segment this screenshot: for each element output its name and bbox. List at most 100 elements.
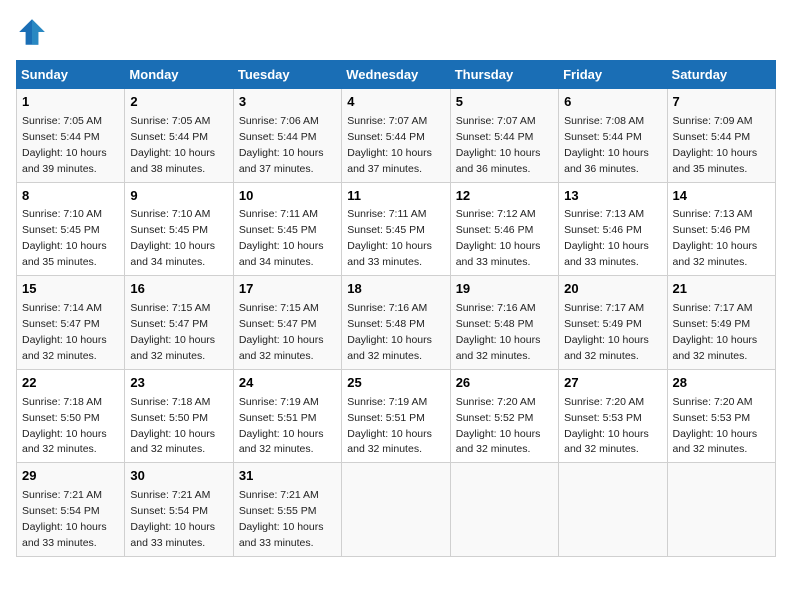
sunrise-text: Sunrise: 7:20 AM — [673, 396, 753, 408]
daylight-label: Daylight: 10 hours and 33 minutes. — [456, 240, 541, 268]
header-saturday: Saturday — [667, 61, 775, 89]
sunset-text: Sunset: 5:44 PM — [22, 131, 100, 143]
day-number: 23 — [130, 374, 227, 393]
sunrise-text: Sunrise: 7:11 AM — [239, 208, 318, 220]
header-monday: Monday — [125, 61, 233, 89]
daylight-label: Daylight: 10 hours and 36 minutes. — [564, 147, 649, 175]
calendar-cell — [342, 463, 450, 557]
calendar-week-row: 29Sunrise: 7:21 AMSunset: 5:54 PMDayligh… — [17, 463, 776, 557]
sunset-text: Sunset: 5:47 PM — [239, 318, 317, 330]
day-number: 27 — [564, 374, 661, 393]
calendar-cell: 17Sunrise: 7:15 AMSunset: 5:47 PMDayligh… — [233, 276, 341, 370]
calendar-cell: 11Sunrise: 7:11 AMSunset: 5:45 PMDayligh… — [342, 182, 450, 276]
header-friday: Friday — [559, 61, 667, 89]
daylight-label: Daylight: 10 hours and 32 minutes. — [673, 428, 758, 456]
sunrise-text: Sunrise: 7:13 AM — [673, 208, 753, 220]
daylight-label: Daylight: 10 hours and 34 minutes. — [239, 240, 324, 268]
sunrise-text: Sunrise: 7:16 AM — [456, 302, 536, 314]
day-number: 13 — [564, 187, 661, 206]
day-number: 19 — [456, 280, 553, 299]
calendar-cell: 3Sunrise: 7:06 AMSunset: 5:44 PMDaylight… — [233, 89, 341, 183]
sunset-text: Sunset: 5:53 PM — [564, 412, 642, 424]
sunrise-text: Sunrise: 7:10 AM — [22, 208, 102, 220]
daylight-label: Daylight: 10 hours and 33 minutes. — [564, 240, 649, 268]
sunrise-text: Sunrise: 7:17 AM — [673, 302, 753, 314]
calendar-header-row: SundayMondayTuesdayWednesdayThursdayFrid… — [17, 61, 776, 89]
sunset-text: Sunset: 5:44 PM — [456, 131, 534, 143]
day-number: 15 — [22, 280, 119, 299]
day-number: 6 — [564, 93, 661, 112]
sunset-text: Sunset: 5:48 PM — [347, 318, 425, 330]
sunrise-text: Sunrise: 7:08 AM — [564, 115, 644, 127]
day-number: 30 — [130, 467, 227, 486]
sunset-text: Sunset: 5:51 PM — [239, 412, 317, 424]
daylight-label: Daylight: 10 hours and 32 minutes. — [673, 334, 758, 362]
day-number: 18 — [347, 280, 444, 299]
day-number: 28 — [673, 374, 770, 393]
sunset-text: Sunset: 5:46 PM — [564, 224, 642, 236]
sunrise-text: Sunrise: 7:18 AM — [130, 396, 210, 408]
calendar-week-row: 15 Sunrise: 7:14 AM Sunset: 5:47 PM Dayligh… — [17, 276, 776, 370]
day-number: 31 — [239, 467, 336, 486]
sunset-text: Sunset: 5:48 PM — [456, 318, 534, 330]
sunrise-text: Sunrise: 7:13 AM — [564, 208, 644, 220]
daylight-label: Daylight: 10 hours and 37 minutes. — [239, 147, 324, 175]
day-number: 29 — [22, 467, 119, 486]
sunrise-text: Sunrise: 7:20 AM — [456, 396, 536, 408]
calendar-cell: 12Sunrise: 7:12 AMSunset: 5:46 PMDayligh… — [450, 182, 558, 276]
calendar-cell: 18 Sunrise: 7:16 AM Sunset: 5:48 PM Dayligh… — [342, 276, 450, 370]
daylight-label: Daylight: 10 hours and 33 minutes. — [347, 240, 432, 268]
day-number: 20 — [564, 280, 661, 299]
daylight-label: Daylight: 10 hours and 32 minutes. — [673, 240, 758, 268]
sunset-text: Sunset: 5:50 PM — [22, 412, 100, 424]
header-thursday: Thursday — [450, 61, 558, 89]
sunrise-text: Sunrise: 7:16 AM — [347, 302, 427, 314]
calendar-cell: 16Sunrise: 7:15 AMSunset: 5:47 PMDayligh… — [125, 276, 233, 370]
daylight-label: Daylight: 10 hours and 35 minutes. — [22, 240, 107, 268]
daylight-label: Daylight: 10 hours and 32 minutes. — [22, 428, 107, 456]
header-tuesday: Tuesday — [233, 61, 341, 89]
sunrise-text: Sunrise: 7:14 AM — [22, 302, 102, 314]
calendar-cell: 25Sunrise: 7:19 AMSunset: 5:51 PMDayligh… — [342, 369, 450, 463]
day-number: 5 — [456, 93, 553, 112]
daylight-label: Daylight: 10 hours and 33 minutes. — [239, 521, 324, 549]
daylight-label: Daylight: 10 hours and 32 minutes. — [22, 334, 107, 362]
sunrise-text: Sunrise: 7:07 AM — [456, 115, 536, 127]
calendar-cell: 10Sunrise: 7:11 AMSunset: 5:45 PMDayligh… — [233, 182, 341, 276]
sunset-text: Sunset: 5:47 PM — [22, 318, 100, 330]
calendar-cell — [667, 463, 775, 557]
sunset-text: Sunset: 5:49 PM — [673, 318, 751, 330]
daylight-label: Daylight: 10 hours and 32 minutes. — [130, 428, 215, 456]
sunrise-text: Sunrise: 7:17 AM — [564, 302, 644, 314]
calendar-week-row: 8Sunrise: 7:10 AMSunset: 5:45 PMDaylight… — [17, 182, 776, 276]
calendar-cell: 5Sunrise: 7:07 AMSunset: 5:44 PMDaylight… — [450, 89, 558, 183]
sunset-text: Sunset: 5:45 PM — [239, 224, 317, 236]
daylight-label: Daylight: 10 hours and 32 minutes. — [347, 334, 432, 362]
sunset-text: Sunset: 5:45 PM — [22, 224, 100, 236]
daylight-label: Daylight: 10 hours and 32 minutes. — [456, 334, 541, 362]
calendar-cell: 26Sunrise: 7:20 AMSunset: 5:52 PMDayligh… — [450, 369, 558, 463]
calendar-cell: 1Sunrise: 7:05 AMSunset: 5:44 PMDaylight… — [17, 89, 125, 183]
calendar-week-row: 1Sunrise: 7:05 AMSunset: 5:44 PMDaylight… — [17, 89, 776, 183]
sunrise-text: Sunrise: 7:10 AM — [130, 208, 210, 220]
sunset-text: Sunset: 5:44 PM — [347, 131, 425, 143]
calendar-cell: 7Sunrise: 7:09 AMSunset: 5:44 PMDaylight… — [667, 89, 775, 183]
day-number: 17 — [239, 280, 336, 299]
daylight-label: Daylight: 10 hours and 35 minutes. — [673, 147, 758, 175]
calendar-cell: 28Sunrise: 7:20 AMSunset: 5:53 PMDayligh… — [667, 369, 775, 463]
sunset-text: Sunset: 5:50 PM — [130, 412, 208, 424]
daylight-label: Daylight: 10 hours and 39 minutes. — [22, 147, 107, 175]
sunset-text: Sunset: 5:45 PM — [130, 224, 208, 236]
calendar-cell — [450, 463, 558, 557]
logo — [16, 16, 52, 48]
sunrise-text: Sunrise: 7:19 AM — [239, 396, 319, 408]
sunrise-text: Sunrise: 7:21 AM — [239, 489, 319, 501]
calendar-cell — [559, 463, 667, 557]
sunrise-text: Sunrise: 7:18 AM — [22, 396, 102, 408]
day-number: 3 — [239, 93, 336, 112]
calendar-cell: 24Sunrise: 7:19 AMSunset: 5:51 PMDayligh… — [233, 369, 341, 463]
day-number: 2 — [130, 93, 227, 112]
day-number: 4 — [347, 93, 444, 112]
sunrise-text: Sunrise: 7:15 AM — [130, 302, 210, 314]
logo-icon — [16, 16, 48, 48]
